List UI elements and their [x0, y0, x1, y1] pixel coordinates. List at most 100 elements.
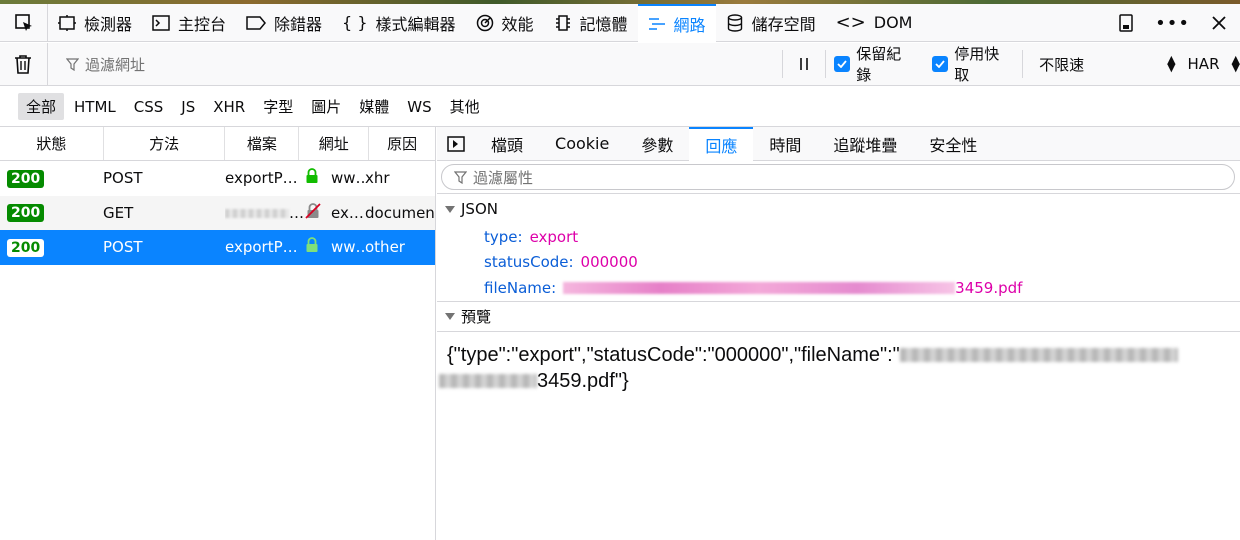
type-filter-other[interactable]: 其他 [442, 93, 488, 120]
details-tab-params[interactable]: 參數 [625, 127, 689, 161]
request-cause: documen [365, 203, 435, 222]
request-file: exportP… [225, 169, 298, 188]
preview-text-line2: 3459.pdf"} [537, 369, 629, 392]
tab-label: 樣式編輯器 [375, 14, 456, 34]
tab-console[interactable]: 主控台 [142, 4, 236, 42]
json-section-label: JSON [461, 200, 498, 218]
debugger-icon [246, 15, 267, 30]
performance-icon [476, 14, 493, 31]
tab-label: 檢測器 [84, 14, 133, 34]
tab-performance[interactable]: 效能 [466, 4, 544, 42]
tab-debugger[interactable]: 除錯器 [236, 4, 332, 42]
toggle-sidebar-button[interactable] [437, 127, 475, 161]
throttle-select[interactable]: 不限速 [1022, 50, 1157, 78]
element-picker-icon [14, 13, 32, 31]
tab-storage[interactable]: 儲存空間 [716, 4, 826, 42]
details-tab-response[interactable]: 回應 [689, 126, 754, 161]
tab-label: 除錯器 [274, 14, 323, 34]
filter-icon [65, 57, 79, 71]
more-options-icon[interactable]: ••• [1155, 13, 1190, 34]
preview-section-label: 預覽 [461, 307, 492, 326]
type-filter-all[interactable]: 全部 [18, 93, 65, 120]
table-row[interactable]: 200 POST exportP… ww… xhr [0, 161, 435, 196]
details-tab-stack-trace[interactable]: 追蹤堆疊 [817, 127, 913, 161]
property-filter-input[interactable]: 過濾屬性 [441, 164, 1235, 190]
column-header-cause[interactable]: 原因 [369, 127, 435, 160]
preview-section-header[interactable]: 預覽 [437, 302, 1240, 332]
redacted-text [899, 348, 1178, 363]
style-editor-icon: { } [342, 13, 368, 32]
property-filter-row: 過濾屬性 [437, 161, 1240, 194]
redacted-file-name [563, 281, 956, 294]
expand-triangle-icon [445, 312, 455, 320]
insecure-lock-icon [305, 202, 321, 219]
column-header-domain[interactable]: 網址 [299, 127, 370, 160]
request-domain: ww… [331, 169, 365, 188]
status-badge: 200 [7, 238, 45, 257]
pause-icon [800, 58, 809, 70]
type-filter-css[interactable]: CSS [126, 95, 172, 119]
request-cause: xhr [365, 169, 390, 188]
column-header-status[interactable]: 狀態 [0, 127, 104, 160]
type-filter-html[interactable]: HTML [66, 95, 124, 119]
column-header-method[interactable]: 方法 [104, 127, 226, 160]
tab-inspector[interactable]: 檢測器 [48, 4, 142, 42]
disable-cache-label: 停用快取 [954, 45, 1000, 84]
disable-cache-checkbox[interactable]: 停用快取 [924, 43, 1022, 85]
toolbar-right-controls: ••• [1119, 4, 1240, 42]
details-tab-security[interactable]: 安全性 [913, 127, 993, 161]
preview-text-line1: {"type":"export","statusCode":"000000","… [447, 343, 900, 366]
clear-button[interactable] [0, 42, 48, 86]
checkbox-checked-icon [932, 56, 949, 72]
json-key: fileName: [484, 278, 557, 297]
details-tabs: 檔頭 Cookie 參數 回應 時間 追蹤堆疊 安全性 [437, 126, 1240, 161]
request-type-filters: 全部 HTML CSS JS XHR 字型 圖片 媒體 WS 其他 [0, 87, 1240, 127]
element-picker-button[interactable] [0, 3, 48, 42]
response-preview: {"type":"export","statusCode":"000000","… [437, 332, 1240, 394]
table-row[interactable]: 200 GET … ex… documen [0, 195, 435, 230]
har-menu-button[interactable]: ▲ ▼ HAR ▲ ▼ [1157, 53, 1240, 74]
type-filter-js[interactable]: JS [173, 95, 203, 119]
tab-dom[interactable]: <> DOM [826, 4, 923, 42]
dock-side-icon[interactable] [1119, 14, 1133, 32]
close-icon[interactable] [1212, 16, 1226, 30]
network-icon [648, 17, 665, 30]
url-filter-input[interactable]: 過濾網址 [48, 54, 782, 75]
json-section-header[interactable]: JSON [437, 194, 1240, 224]
tab-memory[interactable]: 記憶體 [544, 4, 638, 42]
json-key: statusCode: [484, 253, 574, 272]
request-file: … [289, 203, 304, 222]
json-key: type: [484, 227, 523, 246]
checkbox-checked-icon [834, 56, 851, 72]
json-property-type[interactable]: type: export [437, 224, 1240, 250]
pause-button[interactable] [782, 50, 827, 78]
type-filter-xhr[interactable]: XHR [205, 95, 253, 119]
status-badge: 200 [7, 204, 45, 223]
property-filter-placeholder: 過濾屬性 [473, 168, 534, 187]
lock-icon [306, 168, 318, 184]
tab-label: 主控台 [178, 14, 227, 34]
details-tab-cookies[interactable]: Cookie [539, 127, 625, 161]
json-property-file-name[interactable]: fileName: 3459.pdf [437, 275, 1240, 301]
table-row[interactable]: 200 POST exportP… ww… other [0, 230, 435, 265]
request-list-header: 狀態 方法 檔案 網址 原因 [0, 127, 435, 161]
request-cause: other [365, 238, 405, 257]
type-filter-ws[interactable]: WS [399, 95, 439, 119]
type-filter-media[interactable]: 媒體 [351, 93, 397, 120]
storage-icon [727, 13, 742, 32]
details-tab-timings[interactable]: 時間 [753, 127, 817, 161]
sidebar-toggle-icon [447, 135, 465, 152]
type-filter-images[interactable]: 圖片 [303, 93, 349, 120]
json-property-status-code[interactable]: statusCode: 000000 [437, 250, 1240, 276]
expand-triangle-icon [445, 205, 455, 213]
tab-network[interactable]: 網路 [637, 3, 716, 42]
devtools-toolbar: 檢測器 主控台 除錯器 { } 樣式編輯器 效能 記憶體 網路 儲存空間 <> … [0, 3, 1240, 42]
updown-chevron-icon: ▲ ▼ [1167, 53, 1176, 74]
details-tab-headers[interactable]: 檔頭 [475, 127, 539, 161]
column-header-file[interactable]: 檔案 [225, 127, 300, 160]
type-filter-fonts[interactable]: 字型 [255, 93, 301, 120]
tab-style-editor[interactable]: { } 樣式編輯器 [332, 4, 465, 42]
json-value: 000000 [580, 253, 638, 272]
request-domain: ex… [331, 203, 364, 222]
persist-logs-checkbox[interactable]: 保留紀錄 [826, 43, 924, 85]
